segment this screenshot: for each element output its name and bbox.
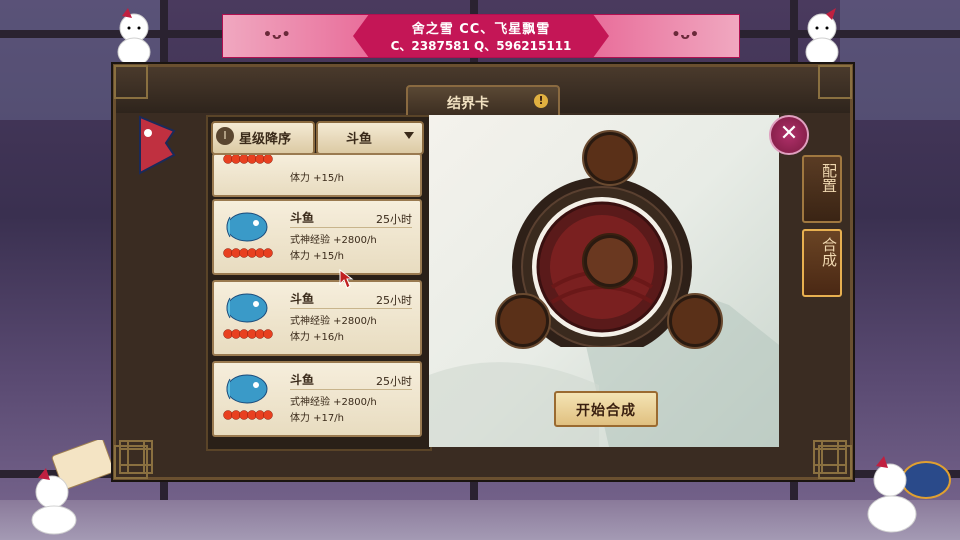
sort-label: 星级降序 [239,132,292,147]
filter-dropdown[interactable]: 斗鱼 [316,121,424,155]
card-duration: 25小时 [376,375,412,388]
star-rating-icon [223,248,273,258]
lattice-ornament-icon [813,440,847,474]
tab-config-label: 配置 [820,163,838,193]
card-stamina: 体力 +16/h [290,332,344,343]
card-name: 斗鱼 [290,292,315,306]
card-exp: 式神经验 +2800/h [290,235,377,246]
bg-floor [0,500,960,540]
lattice-ornament-icon [119,440,153,474]
divider [290,308,412,309]
card-stamina: 体力 +15/h [290,173,344,184]
barrier-card-window: 结界卡 ! Ⅰ 星级降序 斗鱼 体力 +15/h 斗鱼 25小时 式神经验 +2… [113,64,853,480]
help-exclamation-icon[interactable]: ! [534,94,548,108]
banner-contact: C、2387581 Q、596215111 [390,39,572,53]
sort-icon: Ⅰ [216,127,234,145]
sort-star-desc-button[interactable]: Ⅰ 星级降序 [211,121,315,155]
start-synthesis-label: 开始合成 [576,403,636,419]
hand-cursor-icon [339,269,354,289]
filter-selected-value: 斗鱼 [346,132,373,147]
star-rating-icon [223,329,273,339]
divider [290,227,412,228]
slot-center[interactable] [582,233,638,289]
koinobori-icon [139,115,176,175]
card-duration: 25小时 [376,294,412,307]
card-exp: 式神经验 +2800/h [290,397,377,408]
barrier-card-item[interactable]: 斗鱼 25小时 式神经验 +2800/h 体力 +15/h [212,199,422,275]
star-rating-icon [223,410,273,420]
card-stamina: 体力 +17/h [290,413,344,424]
barrier-card-item[interactable]: 斗鱼 25小时 式神经验 +2800/h 体力 +16/h [212,280,422,356]
card-exp: 式神经验 +2800/h [290,316,377,327]
corner-ornament [818,65,852,99]
slot-bottom-left[interactable] [495,293,551,349]
barrier-card-item[interactable]: 体力 +15/h [212,153,422,197]
fighting-fish-icon [226,293,268,323]
corner-ornament [114,65,148,99]
tab-synthesis-label: 合成 [820,237,838,267]
close-icon[interactable]: ✕ [769,115,809,155]
synthesis-panel: 开始合成 [429,115,779,447]
window-title: 结界卡 [447,96,489,112]
card-name: 斗鱼 [290,373,315,387]
fighting-fish-icon [226,374,268,404]
slot-top[interactable] [582,130,638,186]
slot-bottom-right[interactable] [667,293,723,349]
banner-center: 舍之雪 CC、飞星飘雪 C、2387581 Q、596215111 [353,15,609,57]
tab-config[interactable]: 配置 [802,155,842,223]
start-synthesis-button[interactable]: 开始合成 [554,391,658,427]
fighting-fish-icon [226,212,268,242]
mascot-bottom-left-icon [31,440,115,535]
barrier-card-item[interactable]: 斗鱼 25小时 式神经验 +2800/h 体力 +17/h [212,361,422,437]
stream-banner: •ᴗ• •ᴗ• 舍之雪 CC、飞星飘雪 C、2387581 Q、59621511… [222,14,740,58]
card-duration: 25小时 [376,213,412,226]
banner-face-right: •ᴗ• [671,27,699,43]
card-stamina: 体力 +15/h [290,251,344,262]
divider [290,389,412,390]
mascot-top-left-icon [117,8,151,67]
card-name: 斗鱼 [290,211,315,225]
window-title-plate: 结界卡 ! [406,85,560,119]
banner-title: 舍之雪 CC、飞星飘雪 [411,22,551,37]
chevron-down-icon [404,132,414,139]
mascot-bottom-right-icon [867,456,951,533]
banner-face-left: •ᴗ• [263,27,291,43]
star-rating-icon [223,155,273,164]
mascot-top-right-icon [805,8,839,67]
tab-synthesis[interactable]: 合成 [802,229,842,297]
bg-pane [840,0,960,120]
